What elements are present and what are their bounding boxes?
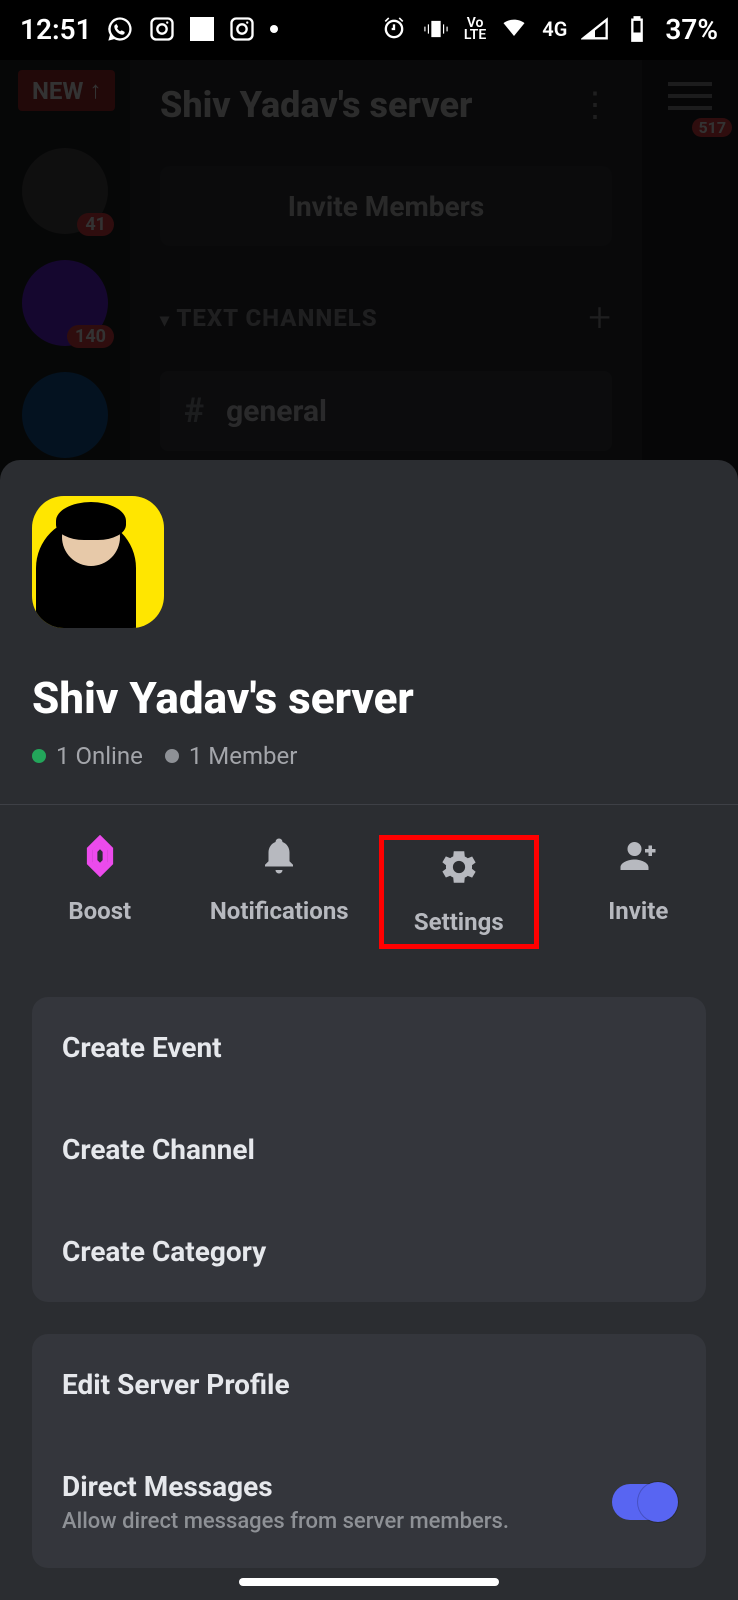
action-label: Boost: [68, 897, 131, 925]
settings-button[interactable]: Settings: [379, 835, 539, 949]
new-badge: NEW ↑: [18, 70, 115, 111]
app-placeholder-icon: [190, 17, 214, 41]
alarm-icon: [380, 15, 408, 43]
action-label: Settings: [414, 908, 504, 936]
server-icon: 41: [22, 148, 108, 234]
more-notifications-dot-icon: [270, 25, 278, 33]
online-count: 1 Online: [56, 742, 143, 770]
action-label: Notifications: [210, 897, 349, 925]
text-channels-header: TEXT CHANNELS: [176, 304, 377, 332]
network-type: 4G: [542, 17, 567, 41]
create-event-item[interactable]: Create Event: [32, 997, 706, 1098]
member-count: 1 Member: [189, 742, 298, 770]
channel-general: # general: [160, 371, 612, 451]
create-group: Create Event Create Channel Create Categ…: [32, 997, 706, 1302]
whatsapp-icon: [106, 15, 134, 43]
battery-percent: 37%: [665, 13, 718, 46]
server-icon: 140: [22, 260, 108, 346]
unread-badge: 517: [692, 118, 732, 137]
server-title: Shiv Yadav's server: [160, 84, 472, 126]
direct-messages-item[interactable]: Direct Messages Allow direct messages fr…: [32, 1435, 706, 1568]
create-channel-item[interactable]: Create Channel: [32, 1098, 706, 1200]
member-dot-icon: [165, 749, 179, 763]
online-dot-icon: [32, 749, 46, 763]
add-channel-icon: +: [588, 294, 612, 341]
battery-icon: [623, 15, 651, 43]
boost-button[interactable]: Boost: [20, 835, 180, 949]
server-icon: [22, 372, 108, 458]
notifications-button[interactable]: Notifications: [199, 835, 359, 949]
instagram-icon: [148, 15, 176, 43]
kebab-icon: ⋮: [578, 85, 612, 125]
server-group: Edit Server Profile Direct Messages Allo…: [32, 1334, 706, 1568]
server-avatar[interactable]: [32, 496, 164, 628]
vibrate-icon: [422, 15, 450, 43]
instagram-icon: [228, 15, 256, 43]
menu-icon: [668, 94, 712, 98]
wifi-icon: [500, 15, 528, 43]
hash-icon: #: [184, 391, 204, 431]
dm-toggle[interactable]: [612, 1484, 676, 1520]
edit-server-profile-item[interactable]: Edit Server Profile: [32, 1334, 706, 1435]
status-time: 12:51: [20, 13, 92, 46]
add-user-icon: [617, 835, 659, 877]
bell-icon: [258, 835, 300, 877]
invite-members-button: Invite Members: [160, 166, 612, 246]
home-indicator: [239, 1578, 499, 1586]
boost-icon: [79, 835, 121, 877]
server-menu-sheet: Shiv Yadav's server 1 Online 1 Member Bo…: [0, 460, 738, 1600]
server-name: Shiv Yadav's server: [32, 672, 706, 724]
invite-button[interactable]: Invite: [558, 835, 718, 949]
status-bar: 12:51 VoLTE 4G 37%: [0, 0, 738, 60]
gear-icon: [438, 846, 480, 888]
create-category-item[interactable]: Create Category: [32, 1200, 706, 1302]
signal-icon: [581, 15, 609, 43]
volte-indicator: VoLTE: [464, 17, 486, 41]
dm-subtitle: Allow direct messages from server member…: [62, 1509, 509, 1534]
action-row: Boost Notifications Settings Invite: [0, 805, 738, 983]
action-label: Invite: [608, 897, 668, 925]
